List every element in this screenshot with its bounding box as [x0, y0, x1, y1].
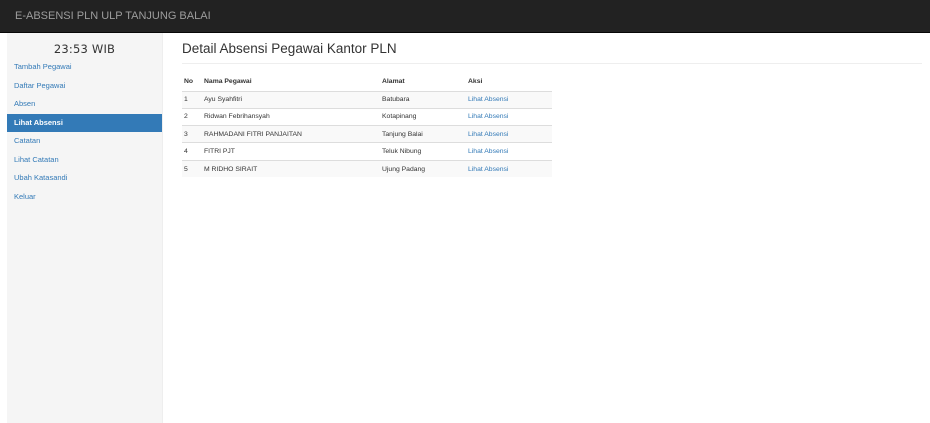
cell-aksi: Lihat Absensi	[466, 142, 552, 161]
cell-alamat: Ujung Padang	[380, 159, 466, 178]
cell-alamat: Batubara	[380, 90, 466, 109]
column-header-aksi: Aksi	[466, 73, 552, 92]
lihat-absensi-link[interactable]: Lihat Absensi	[468, 148, 508, 155]
table-row: 5 M RIDHO SIRAIT Ujung Padang Lihat Abse…	[182, 159, 552, 178]
cell-no: 5	[182, 159, 202, 178]
cell-nama: FITRI PJT	[202, 142, 380, 161]
sidebar-item-catatan: Catatan	[7, 132, 162, 151]
lihat-absensi-link[interactable]: Lihat Absensi	[468, 96, 508, 103]
main-content: Detail Absensi Pegawai Kantor PLN No Nam…	[182, 33, 922, 178]
lihat-absensi-link[interactable]: Lihat Absensi	[468, 166, 508, 173]
sidebar-item-ubah-katasandi: Ubah Katasandi	[7, 169, 162, 188]
sidebar-item-lihat-absensi: Lihat Absensi	[7, 113, 162, 132]
cell-alamat: Kotapinang	[380, 107, 466, 126]
sidebar-item-absen: Absen	[7, 95, 162, 114]
sidebar-item-keluar: Keluar	[7, 188, 162, 207]
sidebar-item-daftar-pegawai: Daftar Pegawai	[7, 77, 162, 96]
column-header-no: No	[182, 73, 202, 92]
cell-aksi: Lihat Absensi	[466, 159, 552, 178]
table-row: 1 Ayu Syahfitri Batubara Lihat Absensi	[182, 90, 552, 109]
cell-no: 3	[182, 125, 202, 143]
navbar-brand[interactable]: E-ABSENSI PLN ULP TANJUNG BALAI	[15, 10, 211, 22]
sidebar-link-catatan[interactable]: Catatan	[7, 132, 162, 151]
sidebar-link-daftar-pegawai[interactable]: Daftar Pegawai	[7, 77, 162, 96]
sidebar-link-keluar[interactable]: Keluar	[7, 188, 162, 207]
cell-nama: RAHMADANI FITRI PANJAITAN	[202, 125, 380, 143]
cell-alamat: Teluk Nibung	[380, 142, 466, 161]
lihat-absensi-link[interactable]: Lihat Absensi	[468, 131, 508, 138]
page-title: Detail Absensi Pegawai Kantor PLN	[182, 41, 397, 56]
top-navbar: E-ABSENSI PLN ULP TANJUNG BALAI	[0, 0, 930, 33]
sidebar-link-lihat-catatan[interactable]: Lihat Catatan	[7, 151, 162, 170]
column-header-nama: Nama Pegawai	[202, 73, 380, 92]
sidebar-item-lihat-catatan: Lihat Catatan	[7, 151, 162, 170]
page-header: Detail Absensi Pegawai Kantor PLN	[182, 41, 922, 64]
cell-nama: M RIDHO SIRAIT	[202, 159, 380, 178]
cell-aksi: Lihat Absensi	[466, 125, 552, 143]
sidebar-link-ubah-katasandi[interactable]: Ubah Katasandi	[7, 169, 162, 188]
clock: 23:53 WIB	[53, 42, 116, 56]
table-row: 2 Ridwan Febrihansyah Kotapinang Lihat A…	[182, 107, 552, 126]
table-row: 4 FITRI PJT Teluk Nibung Lihat Absensi	[182, 142, 552, 161]
cell-no: 2	[182, 107, 202, 126]
cell-no: 1	[182, 90, 202, 109]
employee-table: No Nama Pegawai Alamat Aksi 1 Ayu Syahfi…	[182, 73, 552, 178]
sidebar-item-tambah-pegawai: Tambah Pegawai	[7, 58, 162, 77]
sidebar-link-tambah-pegawai[interactable]: Tambah Pegawai	[7, 58, 162, 77]
cell-aksi: Lihat Absensi	[466, 90, 552, 109]
cell-nama: Ayu Syahfitri	[202, 90, 380, 109]
table-header-row: No Nama Pegawai Alamat Aksi	[182, 73, 552, 92]
column-header-alamat: Alamat	[380, 73, 466, 92]
cell-no: 4	[182, 142, 202, 161]
lihat-absensi-link[interactable]: Lihat Absensi	[468, 113, 508, 120]
sidebar-nav: Tambah Pegawai Daftar Pegawai Absen Liha…	[7, 58, 162, 206]
table-row: 3 RAHMADANI FITRI PANJAITAN Tanjung Bala…	[182, 125, 552, 143]
sidebar-link-lihat-absensi[interactable]: Lihat Absensi	[7, 113, 162, 132]
sidebar: 23:53 WIB Tambah Pegawai Daftar Pegawai …	[7, 33, 163, 423]
cell-alamat: Tanjung Balai	[380, 125, 466, 143]
cell-aksi: Lihat Absensi	[466, 107, 552, 126]
cell-nama: Ridwan Febrihansyah	[202, 107, 380, 126]
sidebar-link-absen[interactable]: Absen	[7, 95, 162, 114]
